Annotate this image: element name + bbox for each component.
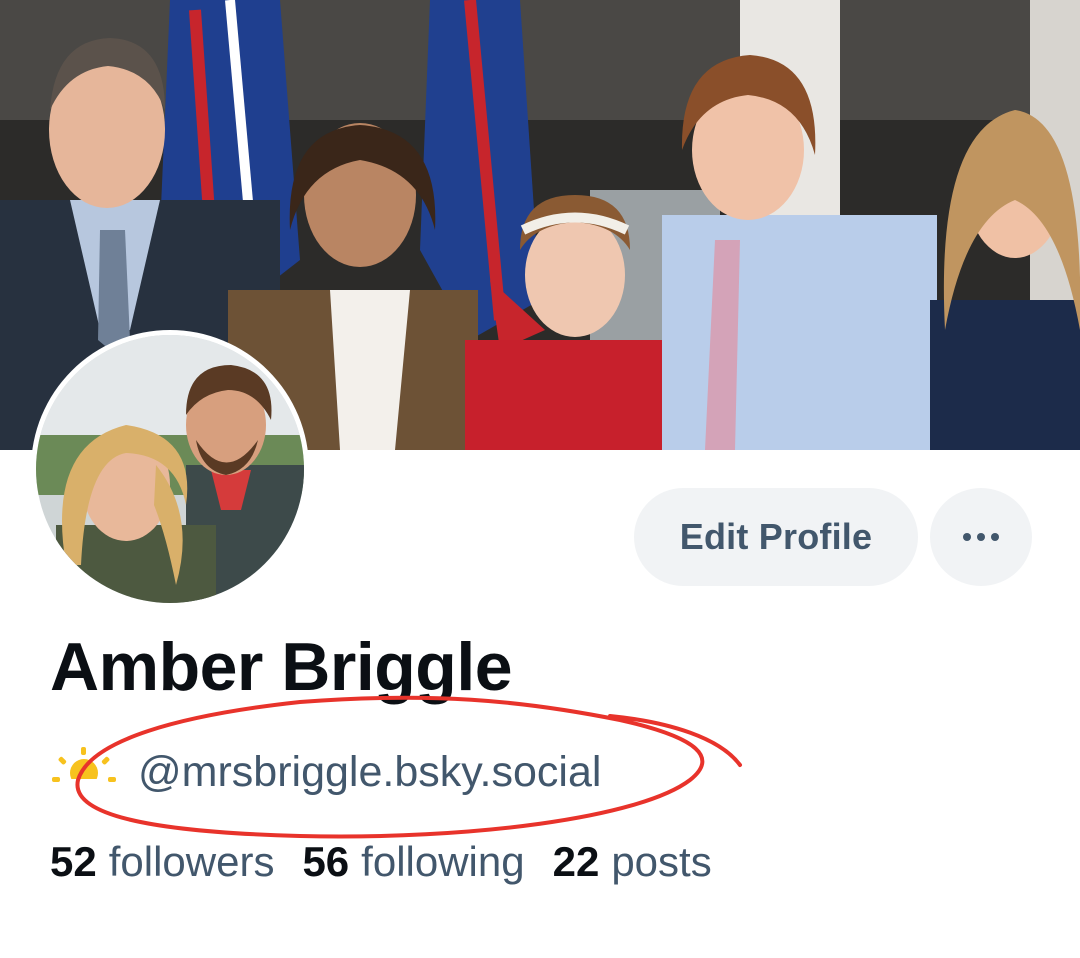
edit-profile-button[interactable]: Edit Profile [634, 488, 918, 586]
profile-avatar[interactable] [31, 330, 309, 608]
handle-row: @mrsbriggle.bsky.social [52, 742, 601, 802]
avatar-image [36, 335, 304, 603]
followers-label: followers [108, 838, 275, 885]
posts-count: 22 [552, 838, 600, 885]
more-options-button[interactable] [930, 488, 1032, 586]
following-stat[interactable]: 56 following [302, 838, 524, 886]
edit-profile-label: Edit Profile [679, 516, 873, 557]
sun-behind-cloud-icon [52, 747, 116, 791]
following-label: following [361, 838, 525, 885]
followers-stat[interactable]: 52 followers [50, 838, 274, 886]
ellipsis-icon [960, 533, 1002, 541]
followers-count: 52 [50, 838, 97, 885]
following-count: 56 [302, 838, 350, 885]
profile-stats: 52 followers 56 following 22 posts [50, 838, 740, 886]
posts-stat: 22 posts [553, 838, 712, 886]
display-name: Amber Briggle [50, 629, 513, 705]
posts-label: posts [611, 838, 712, 885]
user-handle[interactable]: @mrsbriggle.bsky.social [138, 748, 601, 797]
